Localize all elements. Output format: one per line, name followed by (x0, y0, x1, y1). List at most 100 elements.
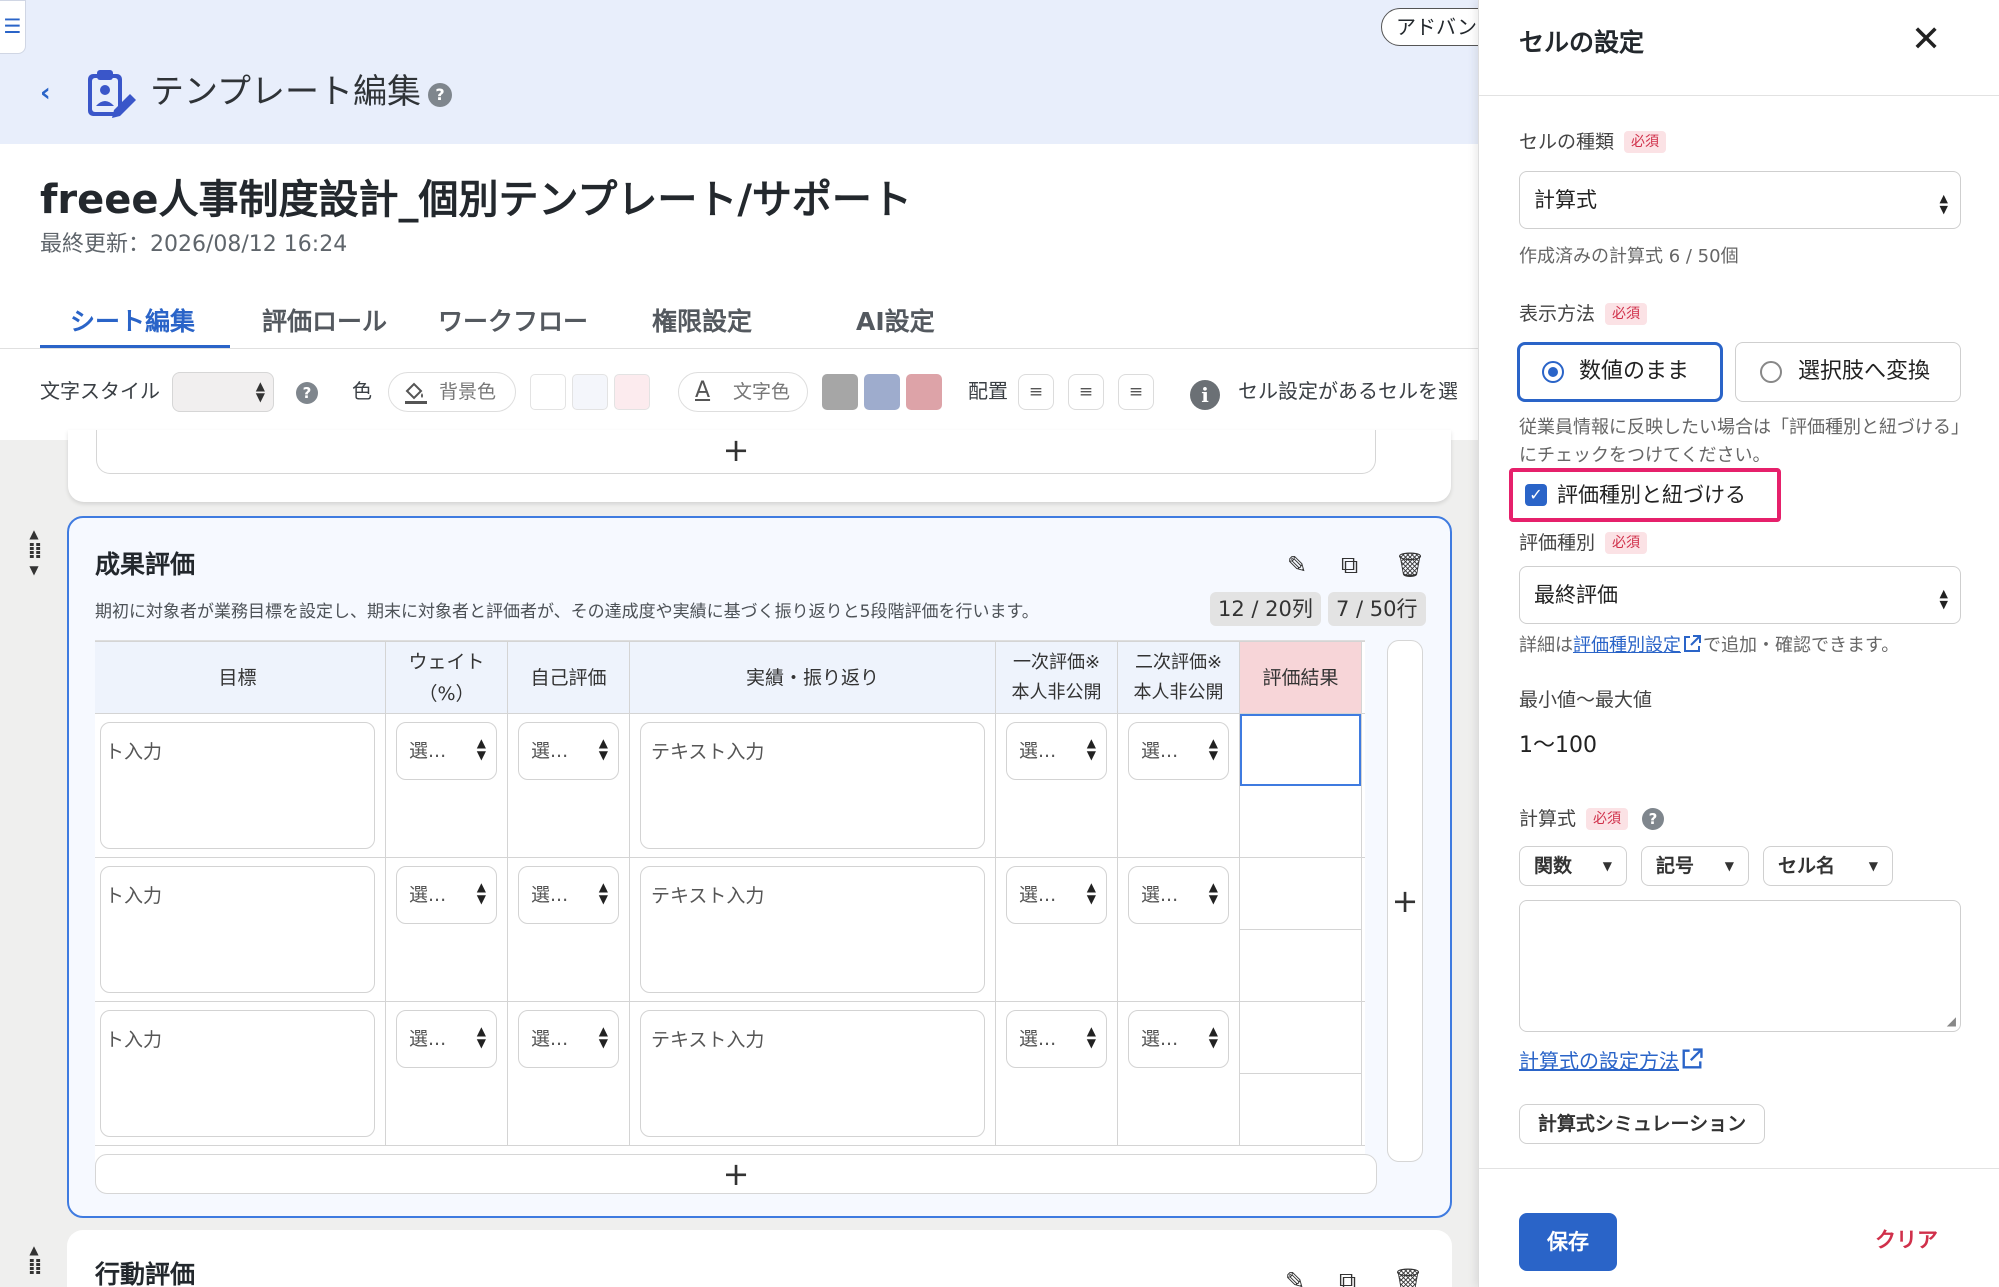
second-eval-select[interactable]: 選... ▲ ▼ (1128, 1010, 1229, 1068)
col-header-goal[interactable]: 目標 (95, 641, 386, 714)
text-swatch-blue[interactable] (864, 374, 900, 410)
col-header-weight[interactable]: ウェイト （%） (385, 641, 508, 714)
first-eval-select[interactable]: 選... ▲ ▼ (1006, 722, 1107, 780)
bg-color-button[interactable]: 背景色 (388, 372, 516, 412)
text-swatch-gray[interactable] (822, 374, 858, 410)
results-input[interactable]: テキスト入力 (640, 1010, 985, 1137)
formula-help-icon[interactable]: ? (1642, 808, 1665, 830)
results-input[interactable]: テキスト入力 (640, 866, 985, 993)
select-value: 選... (1019, 1028, 1057, 1050)
external-link-icon[interactable] (1681, 633, 1703, 655)
back-chevron-icon[interactable]: ‹ (40, 76, 51, 110)
eval-type-select[interactable]: 最終評価 ▲ ▼ (1519, 566, 1961, 624)
weight-select[interactable]: 選... ▲ ▼ (396, 722, 497, 780)
radio-to-choice[interactable]: 選択肢へ変換 (1735, 342, 1961, 402)
col-header-eval-result[interactable]: 評価結果 (1239, 641, 1362, 714)
goal-input[interactable]: ト入力 (100, 1010, 375, 1137)
delete-trash-icon[interactable]: 🗑 (1393, 1266, 1423, 1287)
col-header-first-eval[interactable]: 一次評価※ 本人非公開 (995, 641, 1118, 714)
radio-selected-icon (1542, 361, 1564, 383)
symbol-dropdown[interactable]: 記号 ▼ (1641, 846, 1749, 886)
align-left-icon[interactable]: ≡ (1018, 374, 1054, 410)
link-checkbox-highlight[interactable]: ✓ 評価種別と紐づける (1509, 468, 1781, 522)
external-link-icon[interactable] (1679, 1046, 1705, 1072)
col-header-self-eval[interactable]: 自己評価 (507, 641, 630, 714)
range-label: 最小値〜最大値 (1519, 689, 1653, 711)
align-center-icon[interactable]: ≡ (1068, 374, 1104, 410)
weight-select[interactable]: 選... ▲ ▼ (396, 866, 497, 924)
add-column-plus-icon[interactable]: + (1387, 640, 1423, 1162)
checkbox-checked-icon[interactable]: ✓ (1525, 484, 1547, 506)
advanced-button[interactable]: アドバン (1381, 8, 1478, 46)
second-eval-select[interactable]: 選... ▲ ▼ (1128, 722, 1229, 780)
help-icon[interactable]: ? (428, 83, 452, 107)
formula-help-link-row[interactable]: 計算式の設定方法 (1519, 1046, 1705, 1075)
weight-select[interactable]: 選... ▲ ▼ (396, 1010, 497, 1068)
selected-cell-outline (1240, 714, 1361, 786)
first-eval-select[interactable]: 選... ▲ ▼ (1006, 1010, 1107, 1068)
self-eval-select[interactable]: 選... ▲ ▼ (518, 722, 619, 780)
tab-workflow[interactable]: ワークフロー (438, 300, 588, 344)
clear-button[interactable]: クリア (1875, 1225, 1938, 1255)
resize-handle-icon[interactable]: ◢ (1947, 1015, 1956, 1027)
col-header-second-eval[interactable]: 二次評価※ 本人非公開 (1117, 641, 1240, 714)
section-card-behavior[interactable]: 行動評価 ✎ ⧉ 🗑 (67, 1230, 1452, 1287)
close-icon[interactable]: ✕ (1911, 20, 1941, 60)
self-eval-select[interactable]: 選... ▲ ▼ (518, 866, 619, 924)
tab-sheet-edit[interactable]: シート編集 (70, 300, 195, 344)
first-eval-select[interactable]: 選... ▲ ▼ (1006, 866, 1107, 924)
tab-ai-settings[interactable]: AI設定 (856, 300, 935, 344)
text-style-help-icon[interactable]: ? (296, 382, 318, 404)
add-row-plus-icon[interactable]: + (96, 430, 1376, 474)
save-button[interactable]: 保存 (1519, 1213, 1617, 1271)
align-right-icon[interactable]: ≡ (1118, 374, 1154, 410)
section-reorder-control[interactable]: ▲ ⁞⁞ ▼ (22, 526, 46, 578)
eval-type-settings-link[interactable]: 評価種別設定 (1573, 635, 1681, 656)
text-color-button[interactable]: A 文字色 (678, 372, 808, 412)
updown-icon: ▲ ▼ (1086, 736, 1096, 762)
bg-swatch-white[interactable] (530, 374, 566, 410)
formula-simulation-button[interactable]: 計算式シミュレーション (1519, 1104, 1765, 1144)
bg-swatch-pink[interactable] (614, 374, 650, 410)
eval-result-cell[interactable] (1240, 858, 1361, 930)
goal-input[interactable]: ト入力 (100, 722, 375, 849)
add-row-plus-icon[interactable]: + (95, 1154, 1377, 1194)
eval-result-cell[interactable] (1240, 1002, 1361, 1074)
sidebar-toggle-icon[interactable]: ☰ (0, 0, 26, 54)
drag-handle-icon[interactable]: ⁞⁞ (22, 1257, 46, 1279)
select-value: 選... (1141, 1028, 1179, 1050)
radio-as-number[interactable]: 数値のまま (1517, 342, 1723, 402)
move-down-icon[interactable]: ▼ (22, 562, 46, 578)
delete-trash-icon[interactable]: 🗑 (1395, 550, 1425, 580)
bg-swatch-blue[interactable] (572, 374, 608, 410)
link-checkbox-label[interactable]: 評価種別と紐づける (1557, 480, 1746, 510)
text-style-select[interactable]: ▲ ▼ (172, 372, 274, 412)
results-input[interactable]: テキスト入力 (640, 722, 985, 849)
drag-handle-icon[interactable]: ⁞⁞ (22, 541, 46, 563)
tab-eval-roles[interactable]: 評価ロール (262, 300, 387, 344)
cell-name-dropdown[interactable]: セル名 ▼ (1763, 846, 1893, 886)
updown-icon: ▲ ▼ (1208, 1024, 1218, 1050)
function-dropdown[interactable]: 関数 ▼ (1519, 846, 1627, 886)
col-header-results[interactable]: 実績・振り返り (629, 641, 996, 714)
goal-input[interactable]: ト入力 (100, 866, 375, 993)
column-count-badge: 12 / 20列 (1210, 592, 1321, 626)
edit-pencil-icon[interactable]: ✎ (1285, 1266, 1305, 1287)
tab-permissions[interactable]: 権限設定 (652, 300, 752, 344)
main-area: ☰ アドバン ‹ テンプレート編集 ? freee人事制度設計_個別テンプレート… (0, 0, 1478, 1287)
next-section-reorder-control[interactable]: ▲ ⁞⁞ (22, 1242, 46, 1279)
formula-help-link[interactable]: 計算式の設定方法 (1519, 1049, 1679, 1073)
formula-textarea[interactable]: ◢ (1519, 900, 1961, 1032)
formula-label: 計算式 必須? (1519, 805, 1665, 833)
tabs-divider (0, 348, 1478, 349)
second-eval-select[interactable]: 選... ▲ ▼ (1128, 866, 1229, 924)
copy-icon[interactable]: ⧉ (1339, 1266, 1356, 1287)
edit-pencil-icon[interactable]: ✎ (1287, 550, 1307, 580)
caret-down-icon: ▼ (1602, 859, 1612, 873)
text-swatch-red[interactable] (906, 374, 942, 410)
updown-icon: ▲ ▼ (1086, 880, 1096, 906)
section-card-outcome[interactable]: 成果評価 期初に対象者が業務目標を設定し、期末に対象者と評価者が、その達成度や実… (67, 516, 1452, 1218)
self-eval-select[interactable]: 選... ▲ ▼ (518, 1010, 619, 1068)
copy-icon[interactable]: ⧉ (1341, 550, 1358, 580)
cell-type-select[interactable]: 計算式 ▲ ▼ (1519, 171, 1961, 229)
